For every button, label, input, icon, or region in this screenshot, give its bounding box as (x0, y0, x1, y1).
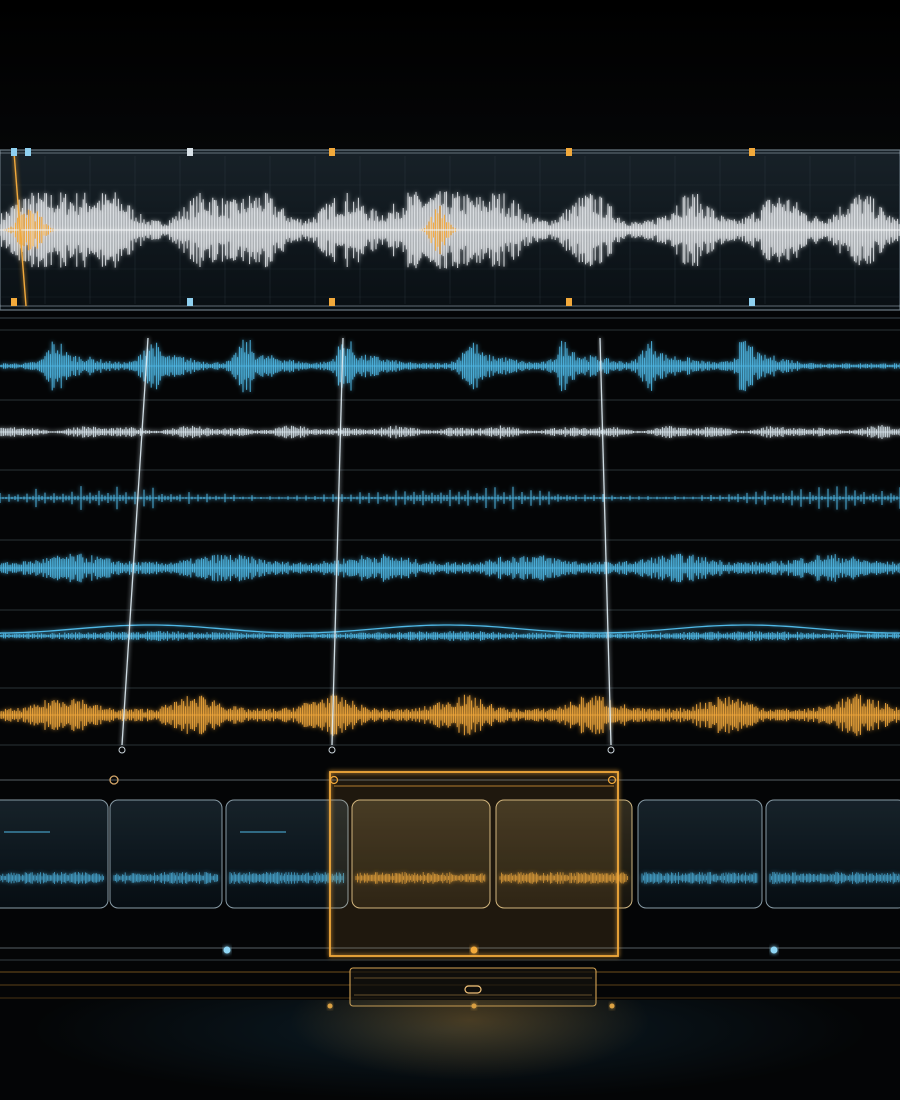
stem-track[interactable] (0, 425, 900, 439)
playhead-line (121, 337, 149, 746)
clip-body[interactable] (109, 799, 223, 909)
circle-handle-icon[interactable] (118, 746, 126, 754)
clip-body[interactable] (0, 799, 109, 909)
stem-track[interactable] (0, 339, 900, 393)
marker-bottom-handle-icon[interactable] (566, 298, 572, 306)
marker-top-handle-icon[interactable] (25, 148, 31, 156)
marker-top-handle-icon[interactable] (187, 148, 193, 156)
stem-track[interactable] (0, 624, 900, 641)
marker-bottom-handle-icon[interactable] (187, 298, 193, 306)
audio-clip[interactable] (637, 799, 763, 909)
selection-handle-icon[interactable] (470, 946, 478, 954)
circle-handle-icon[interactable] (223, 946, 231, 954)
floor-reflection (0, 1000, 900, 1100)
marker-top-handle-icon[interactable] (329, 148, 335, 156)
playhead-line (331, 337, 344, 746)
master-track[interactable] (0, 148, 900, 319)
stem-track[interactable] (0, 486, 900, 510)
audio-editor-stage (0, 0, 900, 1100)
clip-body[interactable] (765, 799, 900, 909)
circle-handle-icon[interactable] (770, 946, 778, 954)
multitrack-waveform-editor (0, 148, 900, 1009)
marker-top-handle-icon[interactable] (11, 148, 17, 156)
audio-clip[interactable] (109, 799, 223, 909)
marker-bottom-handle-icon[interactable] (329, 298, 335, 306)
circle-handle-icon[interactable] (328, 746, 336, 754)
audio-clip[interactable] (0, 799, 109, 909)
stem-track[interactable] (0, 694, 900, 736)
marker-bottom-handle-icon[interactable] (749, 298, 755, 306)
playhead-line (599, 337, 612, 746)
marker-top-handle-icon[interactable] (566, 148, 572, 156)
audio-clip[interactable] (765, 799, 900, 909)
selection-region-frame[interactable] (329, 771, 619, 957)
selection-region[interactable] (329, 771, 619, 957)
marker-top-handle-icon[interactable] (749, 148, 755, 156)
stem-track[interactable] (0, 553, 900, 583)
marker-bottom-handle-icon[interactable] (11, 298, 17, 306)
circle-handle-icon[interactable] (607, 746, 615, 754)
clip-body[interactable] (637, 799, 763, 909)
